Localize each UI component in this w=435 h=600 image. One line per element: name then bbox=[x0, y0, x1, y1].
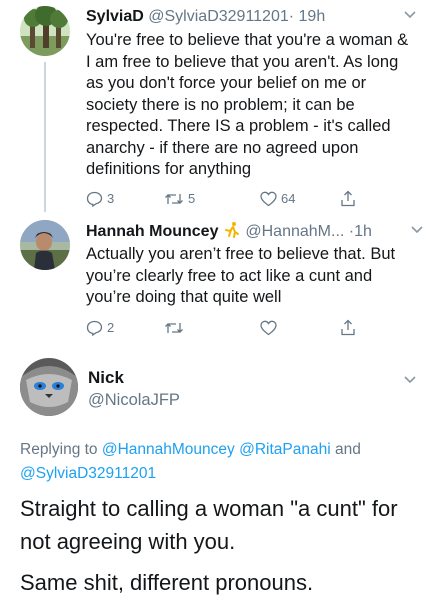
reply-count: 2 bbox=[107, 320, 115, 335]
chevron-down-icon[interactable] bbox=[403, 10, 417, 20]
retweet-button[interactable]: 5 bbox=[164, 191, 260, 206]
main-name[interactable]: Nick bbox=[88, 368, 124, 388]
main-handle[interactable]: @NicolaJFP bbox=[88, 390, 180, 410]
main-tweet-text-2: Same shit, different pronouns. bbox=[20, 570, 314, 595]
tweet-actions: 3 5 64 bbox=[86, 190, 386, 207]
tweet-text: You're free to believe that you're a wom… bbox=[86, 31, 409, 178]
display-name[interactable]: Hannah Mouncey bbox=[86, 223, 218, 240]
reply-icon bbox=[86, 191, 103, 207]
retweet-icon bbox=[164, 321, 184, 335]
main-tweet-text: Straight to calling a woman "a cunt" for… bbox=[20, 496, 398, 554]
handle[interactable]: @SylviaD32911201 bbox=[148, 8, 288, 25]
tweet-header: SylviaD @SylviaD32911201· 19h bbox=[86, 7, 325, 27]
retweet-count: 5 bbox=[188, 191, 196, 206]
retweet-button[interactable] bbox=[164, 321, 260, 335]
mention-link[interactable]: @SylviaD32911201 bbox=[20, 465, 156, 482]
replying-to: Replying to @HannahMouncey @RitaPanahi a… bbox=[20, 441, 361, 482]
chevron-down-icon[interactable] bbox=[410, 225, 424, 235]
timestamp[interactable]: ·1h bbox=[349, 223, 372, 240]
tweet-text: Actually you aren’t free to believe that… bbox=[86, 245, 396, 306]
retweet-icon bbox=[164, 192, 184, 206]
tweet-actions: 2 bbox=[86, 319, 386, 336]
share-icon bbox=[340, 319, 356, 336]
reply-count: 3 bbox=[107, 191, 115, 206]
like-icon bbox=[260, 191, 277, 207]
reply-button[interactable]: 3 bbox=[86, 191, 164, 207]
mention-link[interactable]: @HannahMouncey bbox=[102, 441, 235, 458]
runner-emoji-icon bbox=[223, 221, 241, 239]
chevron-down-icon[interactable] bbox=[403, 375, 417, 385]
handle[interactable]: @HannahM... bbox=[245, 223, 344, 240]
like-button[interactable] bbox=[260, 320, 340, 336]
like-icon bbox=[260, 320, 277, 336]
avatar-nick[interactable] bbox=[20, 358, 78, 416]
avatar-sylviad[interactable] bbox=[20, 6, 70, 56]
avatar-hannah[interactable] bbox=[20, 220, 70, 270]
share-button[interactable] bbox=[340, 190, 356, 207]
like-count: 64 bbox=[281, 191, 296, 206]
share-icon bbox=[340, 190, 356, 207]
share-button[interactable] bbox=[340, 319, 356, 336]
timestamp[interactable]: · 19h bbox=[289, 8, 325, 25]
reply-icon bbox=[86, 320, 103, 336]
display-name[interactable]: SylviaD bbox=[86, 8, 144, 25]
thread-line bbox=[44, 62, 46, 212]
mention-link[interactable]: @RitaPanahi bbox=[239, 441, 331, 458]
reply-button[interactable]: 2 bbox=[86, 320, 164, 336]
like-button[interactable]: 64 bbox=[260, 191, 340, 207]
tweet-header: Hannah Mouncey @HannahM... ·1h bbox=[86, 221, 372, 242]
